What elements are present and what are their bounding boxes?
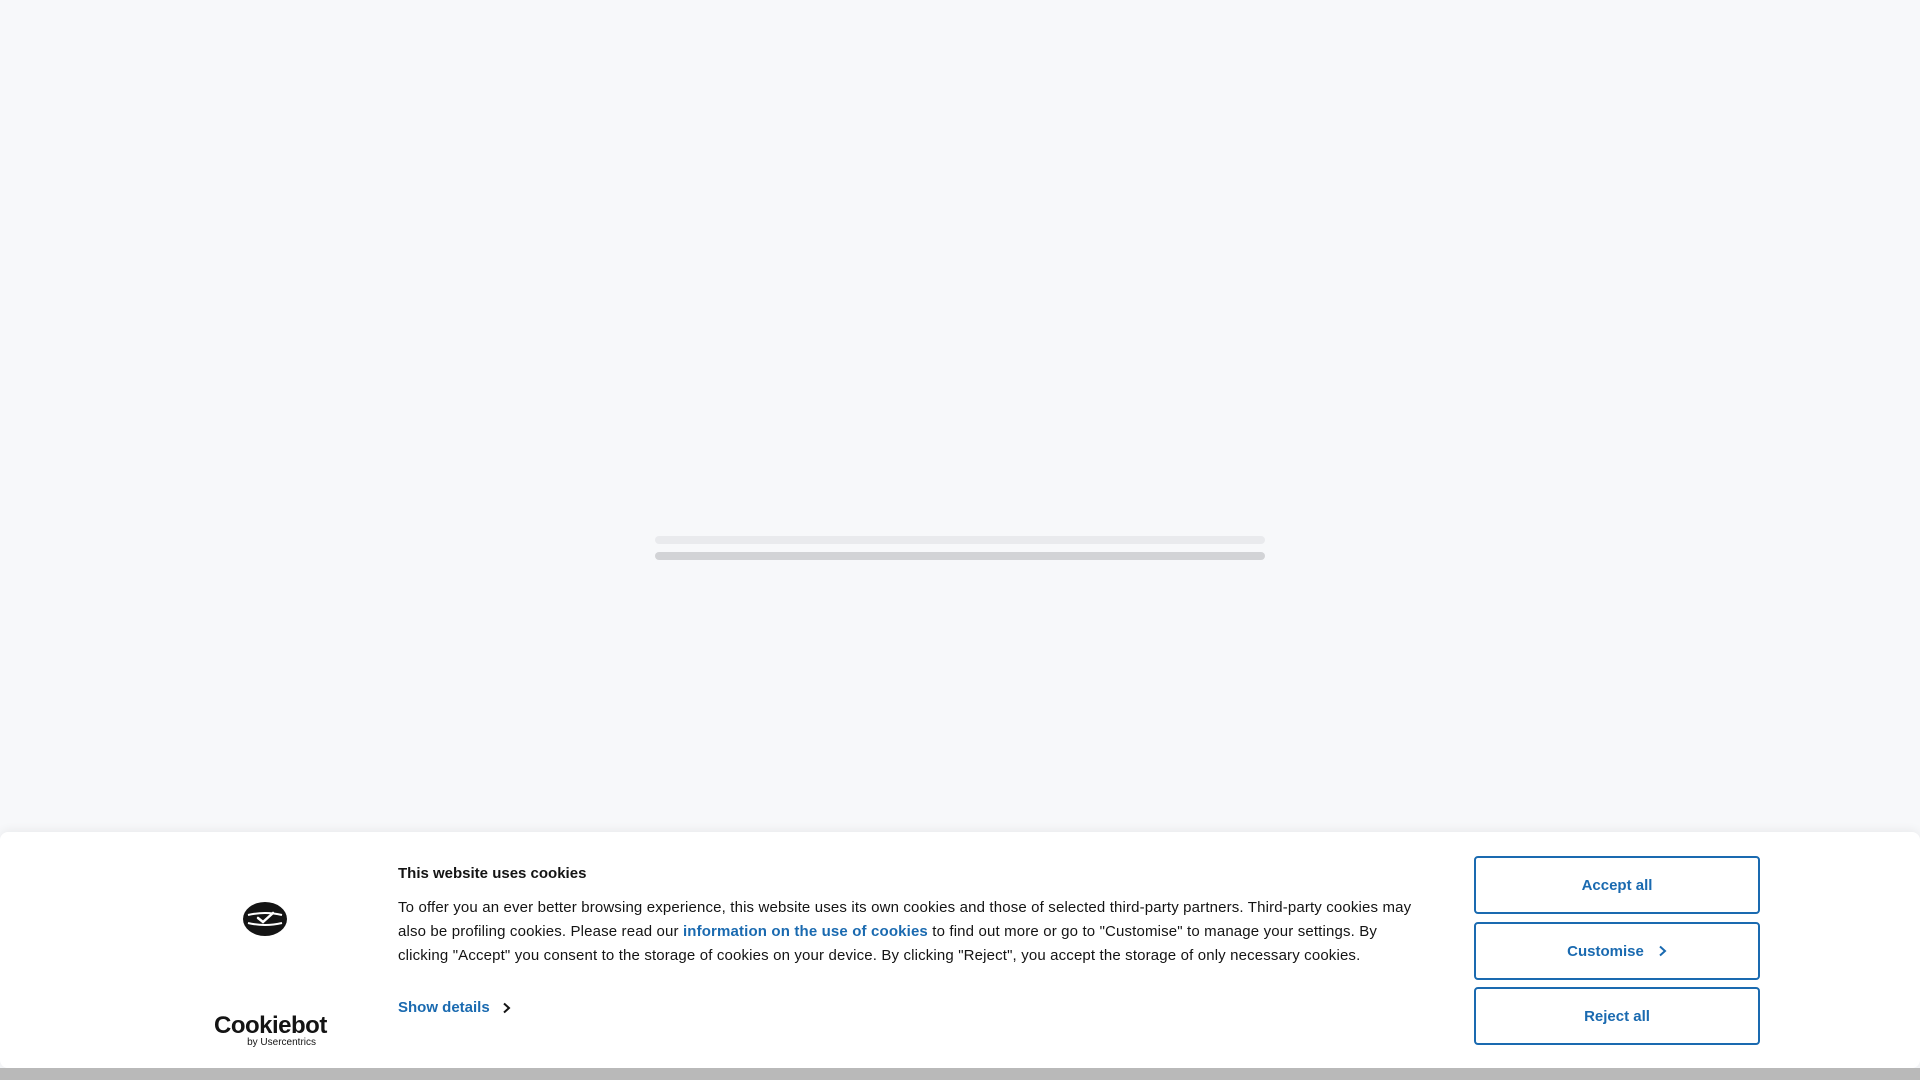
page-overlay-strip	[0, 1068, 1920, 1080]
show-details-link[interactable]: Show details	[398, 999, 511, 1016]
cookiebot-logo[interactable]: Cookiebot by Usercentrics	[214, 1012, 327, 1048]
reject-all-label: Reject all	[1584, 1007, 1650, 1025]
chevron-right-icon	[1659, 945, 1667, 957]
chevron-right-icon	[503, 1002, 511, 1013]
page: Cookiebot by Usercentrics This website u…	[0, 0, 1920, 1080]
loading-bar	[655, 552, 1265, 560]
cookie-info-link[interactable]: information on the use of cookies	[683, 923, 928, 940]
accept-all-button[interactable]: Accept all	[1474, 856, 1760, 914]
loading-placeholder	[655, 536, 1265, 568]
show-details-label: Show details	[398, 999, 490, 1016]
cookiebot-brand-name: Cookiebot	[214, 1012, 327, 1039]
cookiebot-brand-sub: by Usercentrics	[247, 1037, 316, 1048]
reject-all-button[interactable]: Reject all	[1474, 987, 1760, 1045]
cookie-banner-title: This website uses cookies	[398, 865, 587, 882]
cookie-banner: Cookiebot by Usercentrics This website u…	[0, 832, 1920, 1068]
customise-button[interactable]: Customise	[1474, 922, 1760, 980]
accept-all-label: Accept all	[1581, 876, 1653, 894]
cookie-banner-text: To offer you an ever better browsing exp…	[398, 896, 1428, 968]
customise-label: Customise	[1567, 942, 1644, 960]
logo-area: Cookiebot by Usercentrics	[200, 832, 330, 1068]
cookie-banner-content: This website uses cookies To offer you a…	[398, 864, 1428, 1017]
loading-bar	[655, 536, 1265, 544]
site-logo-icon	[243, 902, 287, 936]
